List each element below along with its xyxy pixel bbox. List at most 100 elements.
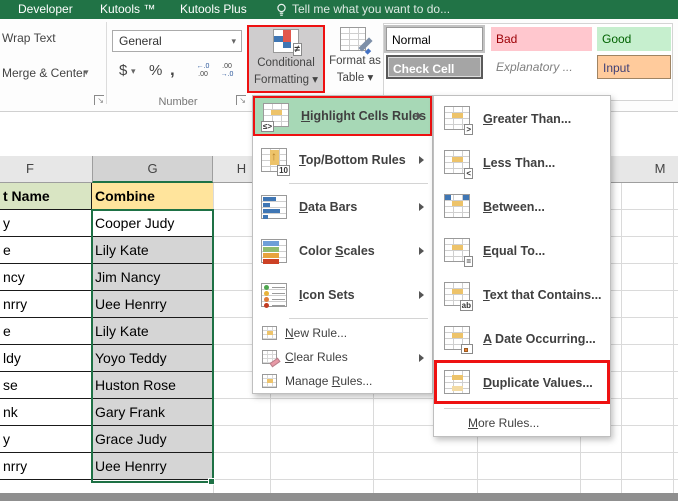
menu-item-data-bars[interactable]: Data Bars (253, 187, 432, 227)
submenu-item-greater-than[interactable]: > Greater Than... (434, 98, 610, 141)
submenu-item-more-rules[interactable]: More Rules... (434, 411, 610, 435)
cell-f10[interactable]: y (0, 426, 92, 453)
cell-f11[interactable]: nrry (0, 453, 92, 480)
tab-kutools[interactable]: Kutools ™ (100, 0, 155, 19)
menu-item-icon-sets[interactable]: Icon Sets (253, 275, 432, 315)
cell-f-header[interactable]: t Name (0, 183, 92, 210)
gridline (213, 183, 214, 493)
submenu-item-less-than[interactable]: < Less Than... (434, 142, 610, 185)
submenu-item-duplicate-values[interactable]: Duplicate Values... (434, 362, 610, 405)
submenu-arrow-icon (419, 291, 424, 299)
menu-item-top-bottom-rules[interactable]: ↑ 10 Top/Bottom Rules (253, 140, 432, 180)
column-header-f[interactable]: F (0, 156, 60, 182)
ribbon-tab-bar: Developer Kutools ™ Kutools Plus Tell me… (0, 0, 678, 19)
cell-g10[interactable]: Grace Judy (92, 426, 213, 453)
menu-separator (444, 408, 600, 409)
excel-window: Developer Kutools ™ Kutools Plus Tell me… (0, 0, 678, 501)
number-format-combobox[interactable]: General ▾ (112, 30, 242, 52)
clear-rules-icon (262, 350, 281, 368)
decrease-decimal-icon[interactable]: .00 →.0 (216, 63, 238, 83)
merge-center-dropdown-arrow-icon[interactable]: ▾ (84, 67, 89, 78)
style-explanatory[interactable]: Explanatory ... (491, 55, 592, 79)
menu-item-manage-rules[interactable]: Manage Rules... (253, 370, 432, 393)
tab-kutools-plus[interactable]: Kutools Plus (180, 0, 247, 19)
submenu-item-equal-to[interactable]: = Equal To... (434, 230, 610, 273)
cell-f8[interactable]: se (0, 372, 92, 399)
cell-g9[interactable]: Gary Frank (92, 399, 213, 426)
equal-to-icon: = (444, 238, 473, 267)
merge-center-button[interactable]: Merge & Center (2, 66, 87, 80)
wrap-text-button[interactable]: Wrap Text (2, 31, 56, 45)
submenu-arrow-icon (417, 112, 422, 120)
increase-decimal-icon[interactable]: ←.0.00 (192, 63, 214, 83)
submenu-item-a-date-occurring[interactable]: A Date Occurring... (434, 318, 610, 361)
cell-f3[interactable]: e (0, 237, 92, 264)
comma-style-button[interactable]: , (170, 60, 175, 80)
style-normal[interactable]: Normal (384, 25, 485, 53)
new-rule-icon (262, 326, 277, 340)
menu-separator (289, 318, 428, 319)
conditional-formatting-menu: ≤> Highlight Cells Rules ↑ 10 Top/Bottom… (252, 95, 433, 394)
cell-g7[interactable]: Yoyo Teddy (92, 345, 213, 372)
data-bars-icon (261, 195, 287, 219)
highlight-cells-rules-icon: ≤> (261, 103, 289, 132)
column-header-g[interactable]: G (92, 156, 213, 183)
column-header-m[interactable]: M (621, 156, 678, 182)
format-as-table-icon (340, 27, 373, 55)
between-icon (444, 194, 470, 218)
a-date-occurring-icon (444, 326, 473, 354)
style-good[interactable]: Good (597, 27, 671, 51)
cell-f5[interactable]: nrry (0, 291, 92, 318)
style-bad[interactable]: Bad (491, 27, 592, 51)
accounting-dropdown-arrow-icon[interactable]: ▾ (131, 66, 136, 77)
cell-f4[interactable]: ncy (0, 264, 92, 291)
cell-f9[interactable]: nk (0, 399, 92, 426)
menu-item-clear-rules[interactable]: Clear Rules (253, 346, 432, 369)
duplicate-values-icon (444, 370, 470, 394)
format-as-table-label2: Table ▾ (336, 72, 374, 84)
menu-item-highlight-cells-rules[interactable]: ≤> Highlight Cells Rules (253, 96, 432, 136)
gridline (621, 183, 622, 493)
cell-g6[interactable]: Lily Kate (92, 318, 213, 345)
cell-f2[interactable]: y (0, 210, 92, 237)
submenu-item-between[interactable]: Between... (434, 186, 610, 229)
number-group-label: Number (158, 96, 198, 108)
menu-item-color-scales[interactable]: Color Scales (253, 231, 432, 271)
gridline (673, 183, 674, 493)
cell-f7[interactable]: ldy (0, 345, 92, 372)
cell-g8[interactable]: Huston Rose (92, 372, 213, 399)
cell-g5[interactable]: Uee Henrry (92, 291, 213, 318)
combo-dropdown-arrow-icon[interactable]: ▾ (231, 31, 236, 51)
number-dialog-launcher-icon[interactable]: ↘ (236, 95, 246, 105)
accounting-format-button[interactable]: $ (119, 62, 127, 79)
cell-g3[interactable]: Lily Kate (92, 237, 213, 264)
color-scales-icon (261, 239, 287, 264)
menu-item-new-rule[interactable]: New Rule... (253, 322, 432, 345)
fill-handle[interactable] (208, 478, 215, 485)
conditional-formatting-label2: Formatting ▾ (254, 74, 318, 86)
submenu-item-text-that-contains[interactable]: ab Text that Contains... (434, 274, 610, 317)
less-than-icon: < (444, 150, 473, 179)
tab-developer[interactable]: Developer (18, 0, 73, 19)
style-input[interactable]: Input (597, 55, 671, 79)
text-that-contains-icon: ab (444, 282, 473, 311)
cell-g2-active[interactable]: Cooper Judy (92, 210, 213, 237)
number-format-value: General (119, 34, 162, 48)
cell-g4[interactable]: Jim Nancy (92, 264, 213, 291)
cell-g11[interactable]: Uee Henrry (92, 453, 213, 480)
style-check-cell[interactable]: Check Cell (386, 55, 483, 79)
manage-rules-icon (262, 374, 277, 388)
cell-g-header[interactable]: Combine (92, 183, 213, 210)
format-as-table-button[interactable]: Format as Table ▾ (327, 27, 383, 91)
submenu-arrow-icon (419, 354, 424, 362)
tell-me-search[interactable]: Tell me what you want to do... (292, 0, 450, 19)
conditional-formatting-label: Conditional (257, 57, 315, 69)
highlight-cells-rules-submenu: > Greater Than... < Less Than... Between… (433, 95, 611, 437)
alignment-dialog-launcher-icon[interactable]: ↘ (94, 95, 104, 105)
conditional-formatting-button[interactable]: ≠ Conditional Formatting ▾ (247, 25, 325, 93)
group-separator (106, 22, 107, 104)
conditional-formatting-icon: ≠ (273, 29, 302, 56)
percent-style-button[interactable]: % (149, 62, 162, 79)
bottom-bar (0, 493, 678, 501)
cell-f6[interactable]: e (0, 318, 92, 345)
